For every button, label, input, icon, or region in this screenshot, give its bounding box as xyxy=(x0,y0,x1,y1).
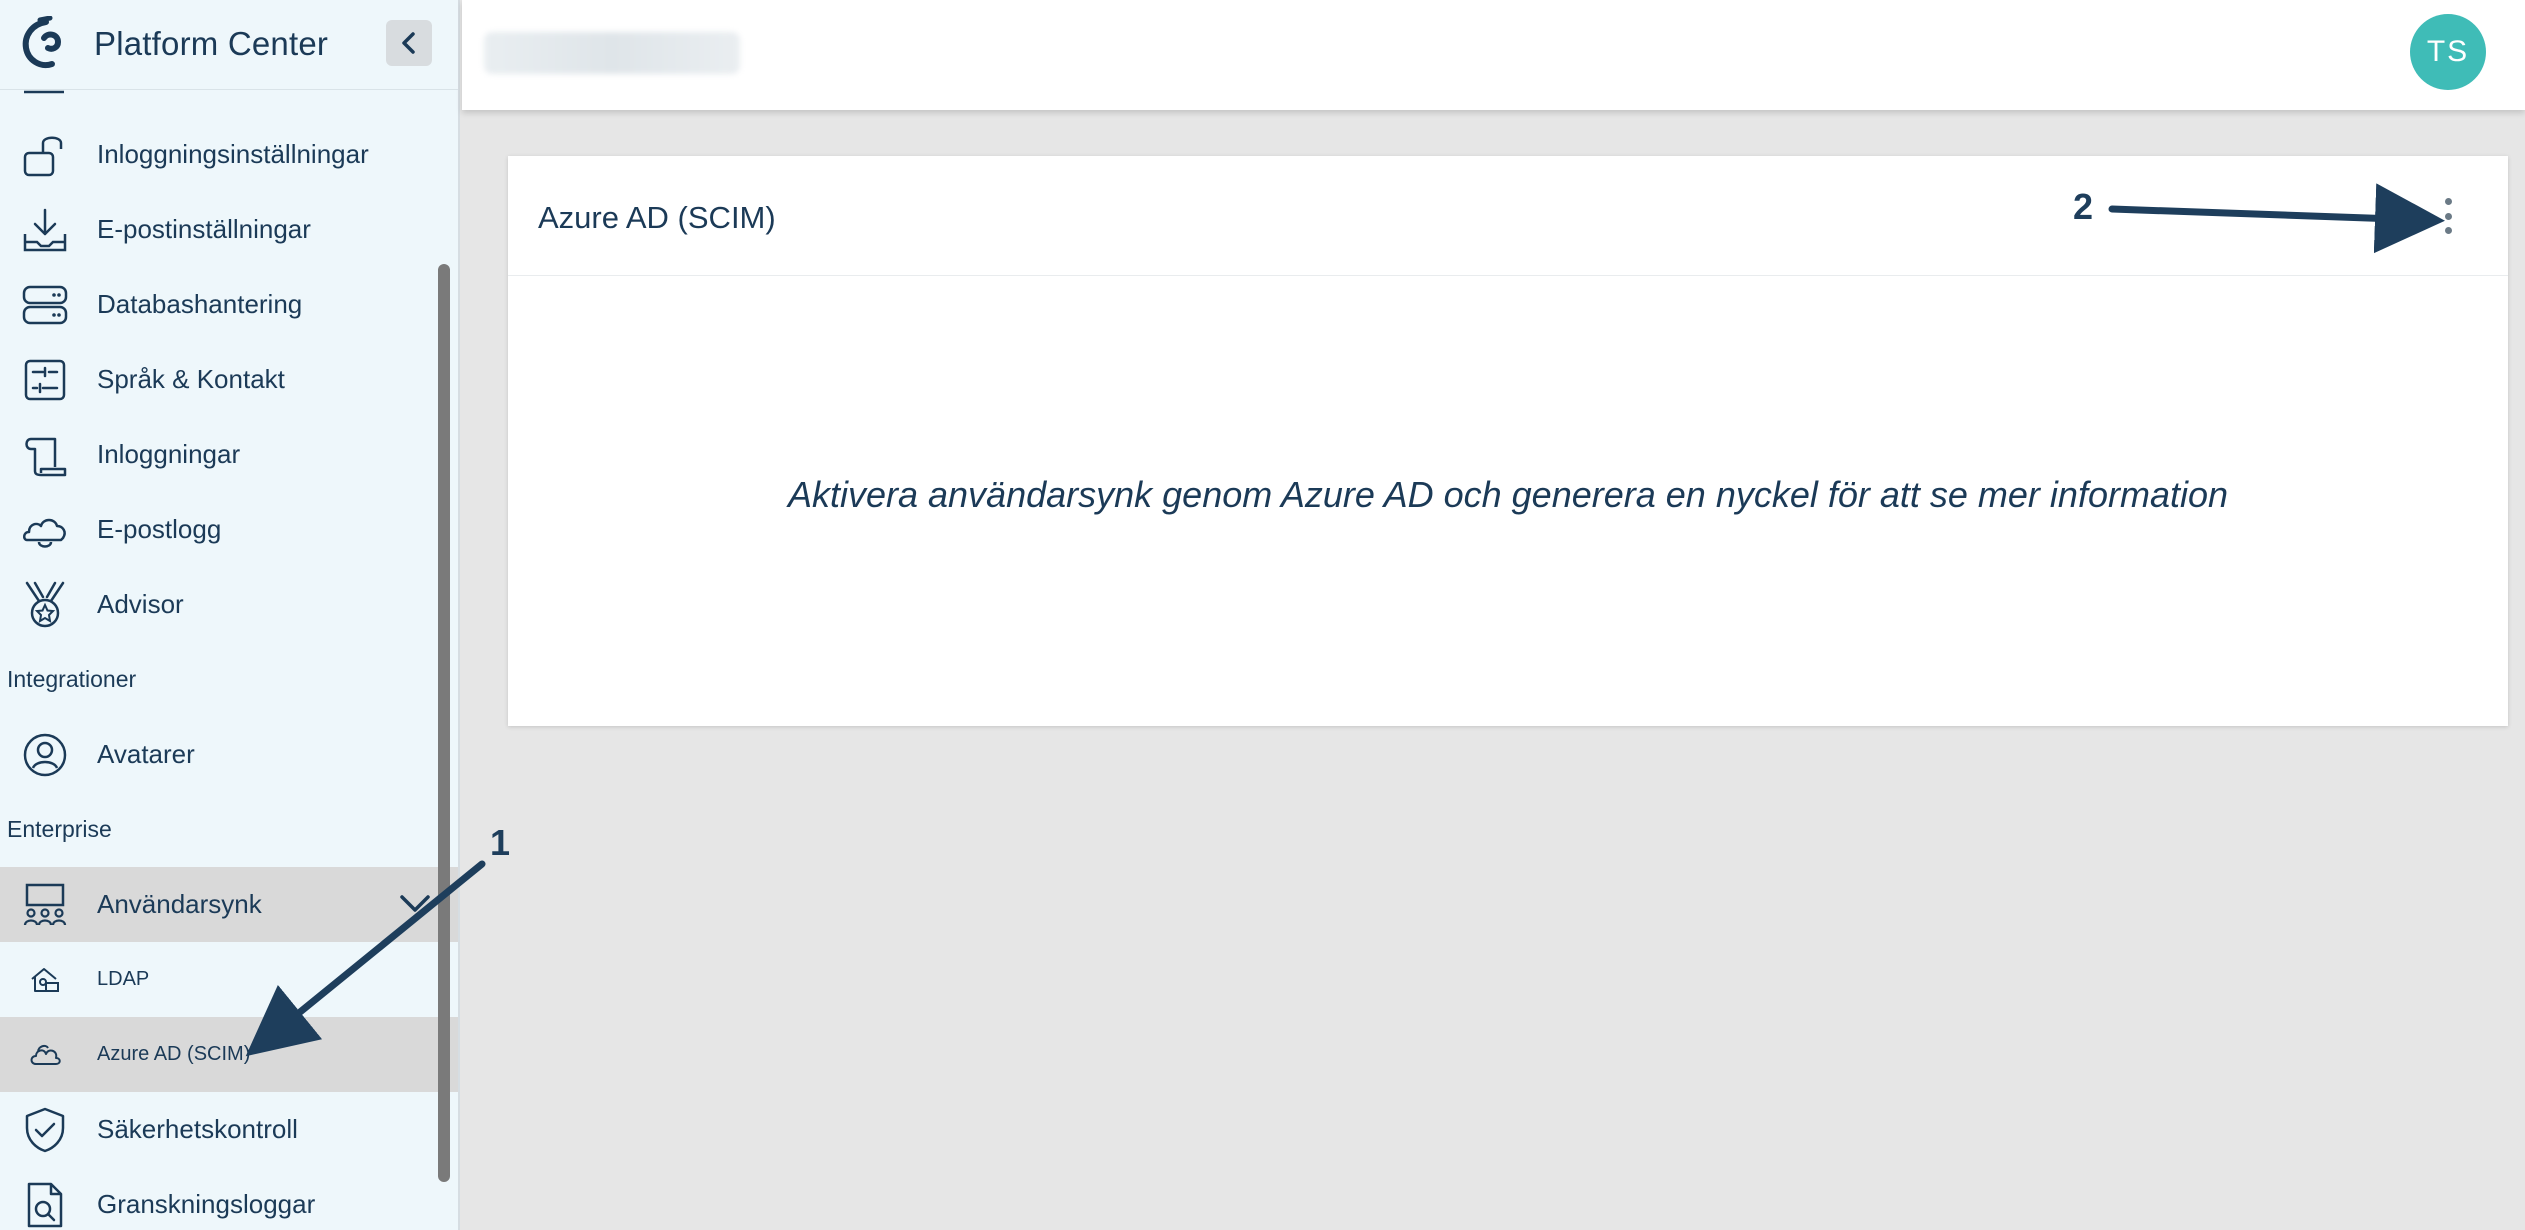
sidebar-item-logins[interactable]: Inloggningar xyxy=(0,417,458,492)
app-title: Platform Center xyxy=(94,25,329,62)
sidebar-item-label: Inloggningsinställningar xyxy=(97,139,369,169)
blurred-page-title xyxy=(484,32,740,74)
section-label-enterprise: Enterprise xyxy=(7,816,112,842)
sidebar-item-label: Användarsynk xyxy=(97,889,262,919)
sidebar-item-email-log[interactable]: E-postlogg xyxy=(0,492,458,567)
sidebar-item-label: E-postlogg xyxy=(97,514,222,544)
card-empty-message: Aktivera användarsynk genom Azure AD och… xyxy=(787,474,2229,515)
platform-logo-icon xyxy=(22,16,62,68)
sidebar-item-label: Inloggningar xyxy=(97,439,241,469)
sidebar-item-user-sync[interactable]: Användarsynk xyxy=(0,867,458,942)
inbox-download-icon xyxy=(20,205,70,255)
chevron-left-icon xyxy=(402,32,415,54)
sidebar-item-label: Azure AD (SCIM) xyxy=(97,1043,251,1065)
bell-cloud-icon xyxy=(20,505,70,555)
kebab-menu-icon[interactable] xyxy=(2436,198,2460,234)
sidebar-item-audit-logs[interactable]: Granskningsloggar xyxy=(0,1167,458,1230)
sidebar-item-label: Databashantering xyxy=(97,289,303,319)
sidebar-item-label: Säkerhetskontroll xyxy=(97,1114,298,1144)
sidebar-item-email-settings[interactable]: E-postinställningar xyxy=(0,192,458,267)
server-icon xyxy=(20,280,70,330)
brand-bar: Platform Center xyxy=(0,0,458,90)
sliders-icon xyxy=(20,355,70,405)
sidebar-item-azure-ad-scim[interactable]: Azure AD (SCIM) xyxy=(0,1017,458,1092)
sidebar-item-login-settings[interactable]: Inloggningsinställningar xyxy=(0,117,458,192)
sidebar-item-label: Granskningsloggar xyxy=(97,1189,316,1219)
card-title: Azure AD (SCIM) xyxy=(538,200,776,235)
sidebar-item-label: Avatarer xyxy=(97,739,195,769)
sidebar-item-advisor[interactable]: Advisor xyxy=(0,567,458,642)
app-root: Platform Center Inloggningsinställningar xyxy=(0,0,2525,1230)
sidebar: Platform Center Inloggningsinställningar xyxy=(0,0,460,1230)
azure-scim-card: Azure AD (SCIM) Aktivera användarsynk ge… xyxy=(508,156,2508,726)
shield-check-icon xyxy=(20,1105,70,1155)
sidebar-item-label: E-postinställningar xyxy=(97,214,311,244)
scroll-icon xyxy=(20,430,70,480)
annotation-marker-2: 2 xyxy=(2073,186,2094,227)
collapse-sidebar-button[interactable] xyxy=(386,20,432,66)
chevron-down-icon[interactable] xyxy=(398,889,432,919)
card-header: Azure AD (SCIM) xyxy=(508,156,2508,276)
annotation-marker-1: 1 xyxy=(490,822,511,863)
people-sync-icon xyxy=(20,880,70,930)
sidebar-item-label: Advisor xyxy=(97,589,184,619)
section-label-integrations: Integrationer xyxy=(7,666,137,692)
sidebar-item-avatars[interactable]: Avatarer xyxy=(0,717,458,792)
sidebar-item-language-contact[interactable]: Språk & Kontakt xyxy=(0,342,458,417)
user-avatar[interactable]: TS xyxy=(2410,14,2486,90)
sidebar-item-ldap[interactable]: LDAP xyxy=(0,942,458,1017)
user-circle-icon xyxy=(20,730,70,780)
sidebar-item-database[interactable]: Databashantering xyxy=(0,267,458,342)
top-header xyxy=(462,0,2525,110)
sidebar-item-label: LDAP xyxy=(97,968,150,990)
document-search-icon xyxy=(20,1180,70,1230)
sidebar-item-security-check[interactable]: Säkerhetskontroll xyxy=(0,1092,458,1167)
cloud-icon xyxy=(28,1038,62,1072)
medal-icon xyxy=(20,580,70,630)
house-network-icon xyxy=(28,963,62,997)
sidebar-item-label: Språk & Kontakt xyxy=(97,364,285,394)
sidebar-scrollbar[interactable] xyxy=(438,264,450,1182)
lock-open-icon xyxy=(20,130,70,180)
